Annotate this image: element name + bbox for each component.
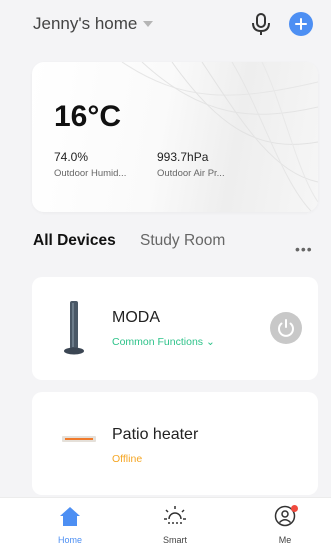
humidity-label: Outdoor Humid...: [54, 168, 127, 179]
device-name: Patio heater: [112, 426, 199, 443]
tab-study-room[interactable]: Study Room: [140, 232, 225, 250]
more-options-icon[interactable]: •••: [295, 241, 313, 257]
pressure-value: 993.7hPa: [157, 150, 209, 164]
heater-icon: [62, 436, 96, 442]
pressure-label: Outdoor Air Pr...: [157, 168, 225, 179]
tab-me[interactable]: Me: [255, 505, 315, 545]
device-card-patio-heater[interactable]: Patio heater Offline: [32, 392, 318, 495]
tab-me-label: Me: [278, 535, 292, 545]
tab-home[interactable]: Home: [40, 505, 100, 545]
tab-home-label: Home: [57, 535, 82, 545]
device-status[interactable]: Common Functions ⌄: [112, 336, 215, 348]
room-tabs: All Devices Study Room •••: [33, 232, 323, 257]
humidity-value: 74.0%: [54, 150, 89, 164]
tab-smart-label: Smart: [162, 535, 187, 545]
tab-smart[interactable]: Smart: [145, 505, 205, 545]
home-icon: [60, 507, 80, 526]
device-status: Offline: [112, 453, 143, 465]
device-card-moda[interactable]: MODA Common Functions ⌄: [32, 277, 318, 380]
home-name: Jenny's home: [33, 14, 138, 33]
pressure-stat: 993.7hPa Outdoor Air Pr...: [157, 150, 225, 179]
bottom-tab-bar: Home Smart Me: [0, 497, 331, 550]
humidity-stat: 74.0% Outdoor Humid...: [54, 150, 126, 179]
sun-icon: [164, 506, 186, 524]
tower-fan-icon: [64, 301, 84, 355]
weather-background-waves: [121, 62, 318, 212]
power-icon: [278, 319, 294, 337]
add-device-button[interactable]: [289, 12, 313, 36]
tab-all-devices[interactable]: All Devices: [33, 232, 116, 250]
home-selector[interactable]: Jenny's home: [33, 14, 154, 34]
caret-down-icon: [143, 21, 154, 27]
notification-badge: [291, 505, 298, 512]
weather-card[interactable]: 16°C 74.0% Outdoor Humid... 993.7hPa Out…: [32, 62, 318, 212]
temperature-value: 16°C: [54, 100, 122, 133]
microphone-icon[interactable]: [250, 12, 272, 36]
power-button[interactable]: [270, 312, 302, 344]
top-bar: Jenny's home: [0, 0, 331, 50]
device-name: MODA: [112, 309, 160, 326]
